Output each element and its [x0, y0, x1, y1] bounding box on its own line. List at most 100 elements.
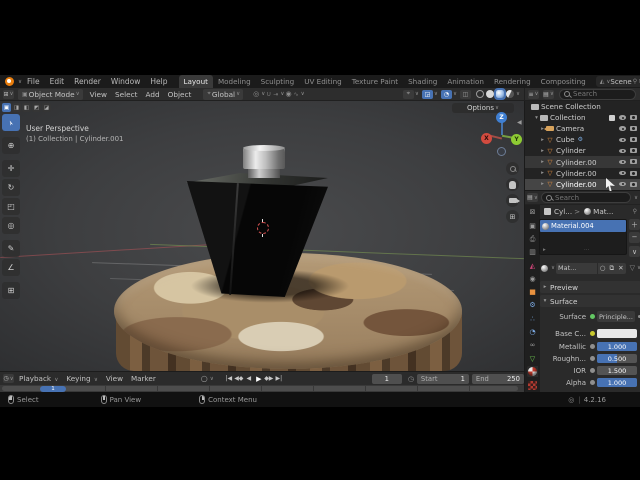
- outliner-row-camera[interactable]: ▸ Camera: [525, 123, 640, 134]
- base-color-swatch[interactable]: [597, 329, 637, 338]
- scene-selector[interactable]: ◭ ∨ Scene ⚲ ⧉ ✕: [595, 76, 640, 87]
- snap-to-icon[interactable]: ⇥: [273, 91, 278, 98]
- tab-compositing[interactable]: Compositing: [536, 75, 591, 88]
- tab-animation[interactable]: Animation: [442, 75, 489, 88]
- tab-scene-icon[interactable]: ◭: [527, 260, 538, 271]
- menu-select[interactable]: Select: [111, 90, 142, 99]
- expand-caret-icon[interactable]: ▸: [539, 170, 546, 176]
- tab-layout[interactable]: Layout: [178, 75, 213, 88]
- panel-surface[interactable]: ▾ Surface: [540, 295, 640, 307]
- outliner-row-cylinder00-a[interactable]: ▸ ▽ Cylinder.00: [525, 156, 640, 168]
- shading-chevron-icon[interactable]: ∨: [516, 91, 520, 97]
- tab-shading[interactable]: Shading: [403, 75, 442, 88]
- outliner-row-cylinder00-b[interactable]: ▸ ▽ Cylinder.00: [525, 168, 640, 179]
- select-box-tool[interactable]: ➢: [2, 114, 20, 131]
- hide-eye-icon[interactable]: [619, 159, 626, 165]
- unlink-material-button[interactable]: ✕: [616, 262, 626, 274]
- zoom-view-icon[interactable]: [506, 162, 519, 175]
- falloff-curve-icon[interactable]: ∿: [294, 91, 299, 98]
- outliner-row-collection[interactable]: ▾ Collection: [525, 112, 640, 123]
- outliner-row-cylinder00-c[interactable]: ▸ ▽ Cylinder.00: [525, 178, 640, 190]
- rotate-tool[interactable]: ↻: [2, 179, 20, 196]
- tab-material-icon[interactable]: [527, 366, 538, 378]
- frame-end-field[interactable]: End 250: [471, 373, 524, 384]
- region-collapse-icon[interactable]: ◀: [517, 119, 522, 126]
- outliner-row-scene-collection[interactable]: Scene Collection: [525, 101, 640, 112]
- menu-marker[interactable]: Marker: [127, 374, 160, 383]
- menu-keying[interactable]: Keying ∨: [62, 374, 101, 383]
- current-frame-field[interactable]: 1: [371, 373, 402, 384]
- tab-texture-paint[interactable]: Texture Paint: [347, 75, 403, 88]
- tab-constraints-icon[interactable]: ∞: [527, 340, 538, 351]
- hide-eye-icon[interactable]: [619, 115, 626, 120]
- outliner-search-input[interactable]: Search: [559, 88, 636, 100]
- menu-window[interactable]: Window: [106, 77, 146, 86]
- tab-sculpting[interactable]: Sculpting: [256, 75, 300, 88]
- gizmo-x-axis[interactable]: X: [481, 133, 492, 144]
- fake-user-button[interactable]: ○: [597, 262, 608, 274]
- measure-tool[interactable]: ∠: [2, 259, 20, 276]
- expand-caret-icon[interactable]: ▸: [539, 181, 546, 187]
- transform-tool[interactable]: ◎: [2, 217, 20, 234]
- select-intersect-icon[interactable]: ◪: [42, 103, 51, 112]
- shading-rendered-icon[interactable]: [505, 90, 514, 98]
- playhead[interactable]: 1: [40, 385, 66, 392]
- menu-view-timeline[interactable]: View: [102, 374, 127, 383]
- render-camera-icon[interactable]: [630, 126, 637, 132]
- pan-view-icon[interactable]: [506, 178, 519, 191]
- tab-rendering[interactable]: Rendering: [489, 75, 536, 88]
- proportional-editing-icon[interactable]: ◉: [285, 90, 291, 98]
- outliner-row-cylinder[interactable]: ▸ ▽ Cylinder: [525, 145, 640, 156]
- properties-options-chevron-icon[interactable]: ∨: [634, 195, 638, 201]
- transform-orientation[interactable]: ⌖ Global ∨: [203, 88, 244, 100]
- gizmo-y-axis[interactable]: Y: [511, 134, 522, 145]
- roughness-slider[interactable]: 0.500: [597, 354, 637, 363]
- shading-wireframe-icon[interactable]: [475, 90, 484, 98]
- scale-tool[interactable]: ◰: [2, 198, 20, 215]
- tab-physics-icon[interactable]: ◔: [527, 327, 538, 338]
- tab-object-icon[interactable]: ■: [527, 287, 538, 298]
- metallic-slider[interactable]: 1.000: [597, 342, 637, 351]
- show-overlays-icon[interactable]: ◲: [421, 89, 433, 99]
- perspective-toggle-icon[interactable]: ⊞: [506, 210, 519, 223]
- hide-eye-icon[interactable]: [619, 181, 626, 187]
- browse-material-icon[interactable]: [541, 264, 548, 272]
- render-camera-icon[interactable]: [630, 148, 637, 154]
- hide-eye-icon[interactable]: [619, 148, 626, 154]
- editor-type-timeline-icon[interactable]: ◷ ∨: [3, 374, 14, 383]
- jump-to-end-button[interactable]: ▶|: [274, 374, 284, 384]
- panel-preview[interactable]: ▸ Preview: [540, 281, 640, 293]
- mode-selector[interactable]: ▣ Object Mode ∨: [18, 88, 83, 100]
- move-tool[interactable]: ✛: [2, 160, 20, 177]
- collapse-caret-icon[interactable]: ▾: [533, 115, 540, 121]
- timeline-strip[interactable]: 1: [0, 385, 524, 392]
- menu-render[interactable]: Render: [69, 77, 106, 86]
- menu-edit[interactable]: Edit: [45, 77, 70, 86]
- tab-uv-editing[interactable]: UV Editing: [299, 75, 347, 88]
- snap-magnet-icon[interactable]: ∪: [266, 90, 271, 98]
- outliner-display-mode-icon[interactable]: ▤ ∨: [543, 89, 554, 99]
- menu-object[interactable]: Object: [164, 90, 196, 99]
- remove-slot-button[interactable]: −: [629, 231, 640, 243]
- editor-type-properties-icon[interactable]: ▤ ∨: [527, 193, 538, 202]
- breadcrumb-material[interactable]: Mat...: [593, 207, 613, 216]
- gizmo-minus-z-axis[interactable]: [497, 147, 506, 156]
- show-gizmo-icon[interactable]: ⌖: [402, 89, 414, 99]
- annotate-tool[interactable]: ✎: [2, 240, 20, 257]
- expand-caret-icon[interactable]: ▸: [539, 148, 546, 154]
- render-camera-icon[interactable]: [630, 181, 637, 187]
- shading-solid-icon[interactable]: [485, 90, 494, 98]
- hide-eye-icon[interactable]: [619, 137, 626, 143]
- shading-material-preview-icon[interactable]: [493, 88, 506, 100]
- expand-caret-icon[interactable]: ▸: [539, 137, 546, 143]
- select-extend-icon[interactable]: ◨: [12, 103, 21, 112]
- bottle-cap[interactable]: [243, 145, 285, 169]
- breadcrumb-object[interactable]: Cyl...: [554, 207, 572, 216]
- menu-playback[interactable]: Playback ∨: [15, 374, 62, 383]
- slot-specials-button[interactable]: ∨: [629, 246, 640, 257]
- alpha-slider[interactable]: 1.000: [597, 378, 637, 387]
- tab-view-layer-icon[interactable]: ▥: [527, 247, 538, 258]
- tab-render-icon[interactable]: ▣: [527, 220, 538, 231]
- frame-start-field[interactable]: Start 1: [416, 373, 469, 384]
- tab-particles-icon[interactable]: ∴: [527, 313, 538, 324]
